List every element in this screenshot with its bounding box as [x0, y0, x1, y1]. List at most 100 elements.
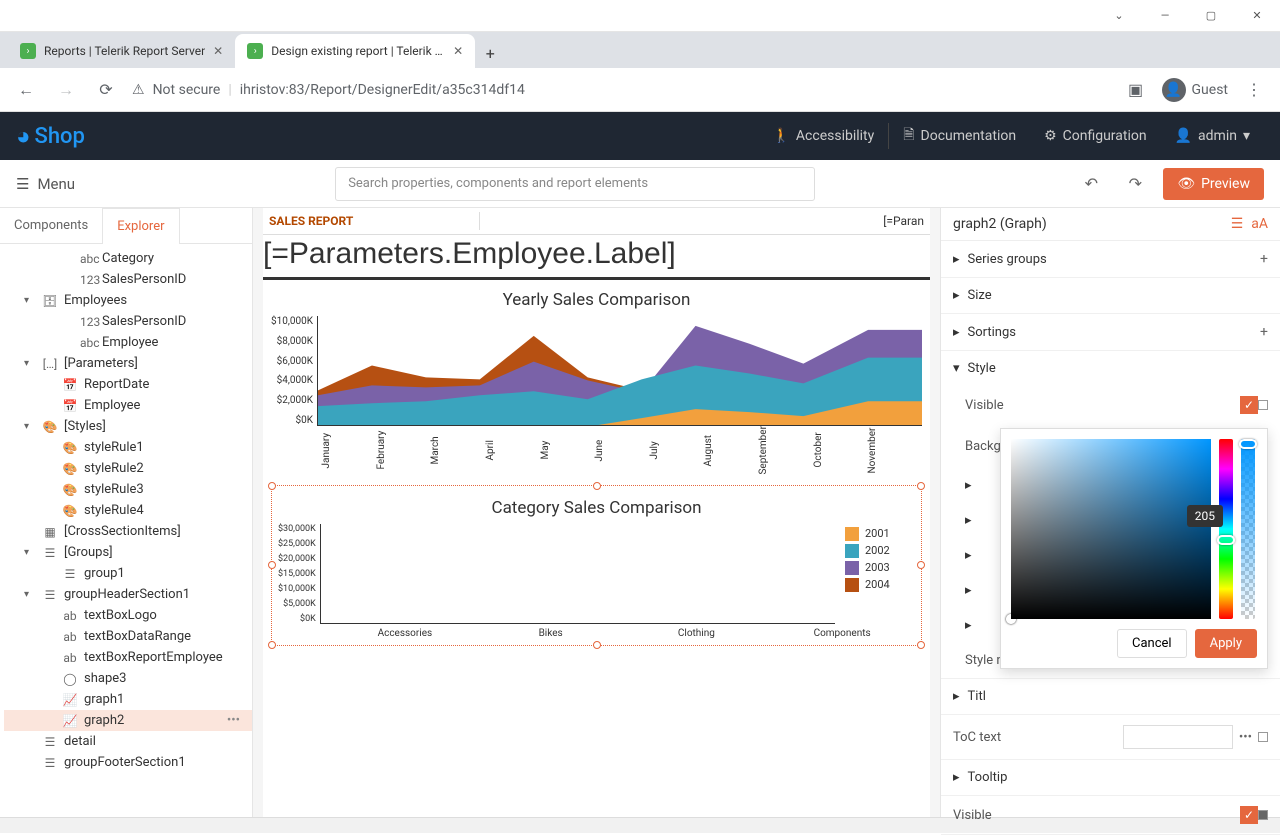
az-icon[interactable]: aA — [1251, 216, 1268, 232]
tree-item[interactable]: ☰groupFooterSection1 — [4, 752, 252, 773]
configuration-link[interactable]: ⚙Configuration — [1030, 128, 1161, 144]
y-axis: $10,000K$8,000K$6,000K$4,000K$2,000K$0K — [271, 316, 317, 426]
add-icon[interactable]: + — [1260, 251, 1268, 267]
tree-item[interactable]: ▾🗄Employees — [4, 290, 252, 311]
accessibility-link[interactable]: 🚶Accessibility — [758, 128, 888, 144]
window-chevron-icon[interactable]: ⌄ — [1096, 0, 1142, 32]
tree-item[interactable]: 📈graph1 — [4, 689, 252, 710]
person-icon: 🚶 — [772, 128, 789, 144]
tree-item[interactable]: 📅Employee — [4, 395, 252, 416]
section-tooltip[interactable]: ▸Tooltip — [941, 760, 1280, 795]
color-gradient[interactable] — [1011, 439, 1211, 619]
forward-icon[interactable]: → — [52, 80, 80, 100]
chevron-down-icon: ▾ — [1243, 128, 1250, 144]
tree-item[interactable]: abtextBoxLogo — [4, 605, 252, 626]
divider — [263, 277, 930, 280]
tree-item[interactable]: ▾☰groupHeaderSection1 — [4, 584, 252, 605]
back-icon[interactable]: ← — [12, 80, 40, 100]
search-input[interactable]: Search properties, components and report… — [335, 167, 815, 201]
tab-close-icon[interactable]: ✕ — [213, 44, 223, 58]
panel-icon[interactable]: ▣ — [1122, 80, 1150, 99]
hue-thumb[interactable] — [1217, 535, 1235, 545]
tree-item[interactable]: ◯shape3 — [4, 668, 252, 689]
section-sortings[interactable]: ▸Sortings+ — [941, 314, 1280, 350]
chart-title: Category Sales Comparison — [278, 498, 915, 518]
new-tab-button[interactable]: + — [475, 38, 505, 68]
property-visible-2: Visible ✓ — [941, 796, 1280, 834]
window-minimize-icon[interactable]: ― — [1142, 0, 1188, 32]
app-logo[interactable]: ◕ Shop — [16, 122, 85, 151]
favicon-icon: › — [20, 43, 36, 59]
expression-toggle[interactable] — [1258, 400, 1268, 410]
kebab-icon[interactable]: ⋮ — [1240, 80, 1268, 99]
chevron-right-icon: ▸ — [953, 288, 960, 303]
tree-item[interactable]: 📅ReportDate — [4, 374, 252, 395]
tree-item[interactable]: abtextBoxReportEmployee — [4, 647, 252, 668]
window-maximize-icon[interactable]: ▢ — [1188, 0, 1234, 32]
expression-toggle[interactable] — [1258, 810, 1268, 820]
menu-button[interactable]: ☰ Menu — [16, 175, 75, 193]
toc-input[interactable] — [1123, 725, 1233, 749]
chevron-right-icon: ▸ — [965, 583, 972, 598]
tree-item[interactable]: 🎨styleRule3 — [4, 479, 252, 500]
tree-item[interactable]: 123SalesPersonID — [4, 311, 252, 332]
tree-item[interactable]: 123SalesPersonID — [4, 269, 252, 290]
checkbox-checked[interactable]: ✓ — [1240, 806, 1258, 824]
not-secure-label: Not secure — [153, 82, 221, 98]
browser-tab-strip: › Reports | Telerik Report Server ✕ › De… — [0, 32, 1280, 68]
tree-item[interactable]: ▦[CrossSectionItems] — [4, 521, 252, 542]
undo-icon[interactable]: ↶ — [1075, 174, 1107, 193]
tree-item[interactable]: 📈graph2••• — [4, 710, 252, 731]
app-header: ◕ Shop 🚶Accessibility 🗎Documentation ⚙Co… — [0, 112, 1280, 160]
section-series-groups[interactable]: ▸Series groups+ — [941, 241, 1280, 277]
graph2-bar-chart[interactable]: Category Sales Comparison $30,000K$25,00… — [271, 485, 922, 646]
logo-text: Shop — [35, 124, 85, 149]
admin-menu[interactable]: 👤admin▾ — [1161, 128, 1264, 144]
explorer-tree[interactable]: abcCategory123SalesPersonID▾🗄Employees12… — [0, 244, 252, 817]
tab-close-icon[interactable]: ✕ — [453, 44, 463, 58]
alpha-thumb[interactable] — [1239, 439, 1257, 449]
tree-item[interactable]: ▾☰[Groups] — [4, 542, 252, 563]
section-size[interactable]: ▸Size — [941, 278, 1280, 313]
tree-item[interactable]: ☰group1 — [4, 563, 252, 584]
hue-slider[interactable] — [1219, 439, 1233, 619]
doc-icon: 🗎 — [903, 124, 914, 148]
redo-icon[interactable]: ↷ — [1119, 174, 1151, 193]
browser-tab[interactable]: › Design existing report | Telerik Re ✕ — [235, 34, 475, 68]
add-icon[interactable]: + — [1260, 324, 1268, 340]
documentation-link[interactable]: 🗎Documentation — [889, 124, 1030, 148]
section-title[interactable]: ▸Titl — [941, 679, 1280, 714]
list-icon[interactable]: ☰ — [1231, 216, 1244, 232]
tab-components[interactable]: Components — [0, 208, 102, 243]
tree-item[interactable]: abcCategory — [4, 248, 252, 269]
graph1-area-chart[interactable]: Yearly Sales Comparison $10,000K$8,000K$… — [271, 290, 922, 479]
window-close-icon[interactable]: ✕ — [1234, 0, 1280, 32]
preview-button[interactable]: 👁 Preview — [1163, 168, 1264, 200]
user-icon: 👤 — [1175, 128, 1192, 144]
tree-item[interactable]: 🎨styleRule1 — [4, 437, 252, 458]
more-icon[interactable]: ••• — [1233, 730, 1258, 745]
section-style[interactable]: ▾Style — [941, 351, 1280, 386]
tree-item[interactable]: ☰detail — [4, 731, 252, 752]
alpha-slider[interactable] — [1241, 439, 1255, 619]
reload-icon[interactable]: ⟳ — [92, 80, 120, 99]
browser-tab[interactable]: › Reports | Telerik Report Server ✕ — [8, 34, 235, 68]
checkbox-checked[interactable]: ✓ — [1240, 396, 1258, 414]
tree-item[interactable]: ▾🎨[Styles] — [4, 416, 252, 437]
address-bar[interactable]: ⚠ Not secure | ihristov:83/Report/Design… — [132, 82, 1110, 98]
cancel-button[interactable]: Cancel — [1117, 629, 1187, 658]
tree-item[interactable]: 🎨styleRule4 — [4, 500, 252, 521]
tree-item[interactable]: ▾[…][Parameters] — [4, 353, 252, 374]
tree-item[interactable]: 🎨styleRule2 — [4, 458, 252, 479]
apply-button[interactable]: Apply — [1195, 629, 1257, 658]
tree-item[interactable]: abcEmployee — [4, 332, 252, 353]
avatar-icon: 👤 — [1162, 78, 1186, 102]
bar-plot — [320, 524, 835, 624]
search-placeholder: Search properties, components and report… — [348, 176, 648, 191]
profile-button[interactable]: 👤 Guest — [1162, 78, 1228, 102]
design-canvas[interactable]: SALES REPORT [=Paran [=Parameters.Employ… — [253, 208, 940, 817]
tab-explorer[interactable]: Explorer — [102, 208, 179, 244]
expression-toggle[interactable] — [1258, 732, 1268, 742]
tree-item[interactable]: abtextBoxDataRange — [4, 626, 252, 647]
gradient-cursor[interactable] — [1006, 614, 1016, 624]
